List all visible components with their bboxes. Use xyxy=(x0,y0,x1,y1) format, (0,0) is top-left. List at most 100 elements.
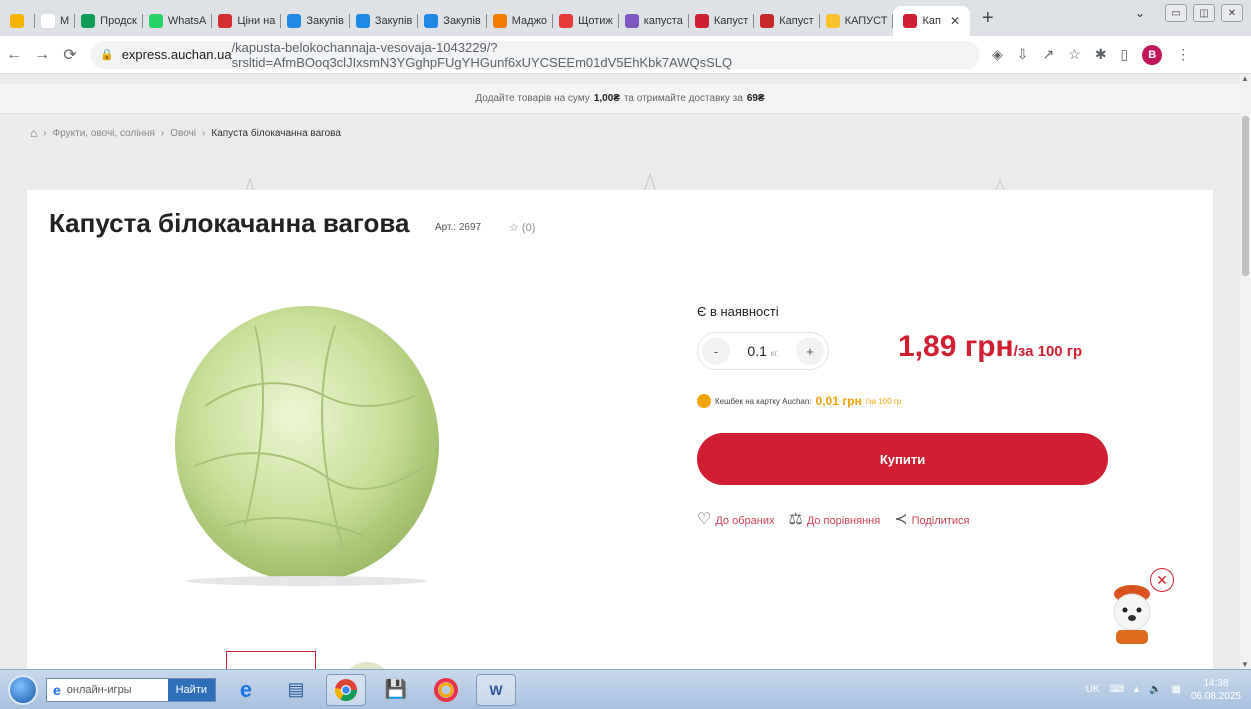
browser-tab[interactable]: Маджо xyxy=(487,6,554,36)
buy-button[interactable]: Купити xyxy=(697,433,1108,485)
opera-icon[interactable] xyxy=(426,674,466,706)
forward-button[interactable]: → xyxy=(28,46,56,64)
profile-avatar[interactable]: B xyxy=(1142,44,1163,65)
product-image[interactable] xyxy=(165,296,445,586)
browser-tab[interactable]: Капуст xyxy=(754,6,821,36)
tray-expand-icon[interactable]: ▴ xyxy=(1134,684,1139,695)
tab-label: Закупів xyxy=(374,15,413,27)
browser-tab[interactable] xyxy=(4,6,35,36)
browser-tab[interactable]: Закупів xyxy=(418,6,488,36)
install-icon[interactable]: ⇩ xyxy=(1017,46,1029,63)
browser-tab[interactable]: Капуст xyxy=(689,6,755,36)
tab-favicon-icon xyxy=(559,14,574,28)
lock-icon[interactable]: 🔒 xyxy=(100,48,114,61)
chrome-icon[interactable] xyxy=(326,673,366,706)
clock-time: 14:38 xyxy=(1203,677,1229,689)
browser-tab[interactable]: WhatsA xyxy=(143,6,213,36)
tab-label: WhatsA xyxy=(167,15,207,27)
close-chat-button[interactable]: ✕ xyxy=(1150,568,1174,592)
scroll-up-arrow-icon[interactable]: ▲ xyxy=(1241,74,1249,83)
language-indicator[interactable]: UK xyxy=(1086,684,1100,695)
breadcrumb-item[interactable]: Овочі xyxy=(170,128,196,139)
share-link[interactable]: ≺ Поділитися xyxy=(894,509,969,529)
extension-icon[interactable]: ◈ xyxy=(992,46,1003,63)
breadcrumb-item[interactable]: Фрукти, овочі, соління xyxy=(53,128,155,139)
reload-button[interactable]: ⟳ xyxy=(56,45,84,65)
home-icon[interactable]: ⌂ xyxy=(30,126,37,140)
share-label: Поділитися xyxy=(911,515,970,527)
menu-kebab-icon[interactable]: ⋮ xyxy=(1176,46,1190,63)
product-article: Арт.: 2697 xyxy=(435,222,482,233)
taskbar-search-button[interactable]: Найти xyxy=(167,678,215,701)
browser-tab[interactable]: Закупів xyxy=(281,6,351,36)
side-panel-icon[interactable]: ▯ xyxy=(1121,46,1129,63)
browser-tab[interactable]: Продск xyxy=(75,6,143,36)
quantity-value[interactable]: 0.1 кг. xyxy=(747,343,778,359)
price-unit: /за 100 гр xyxy=(1013,343,1083,360)
scrollbar-thumb[interactable] xyxy=(1242,116,1249,276)
breadcrumb-current: Капуста білокачанна вагова xyxy=(211,127,341,139)
breadcrumb-separator: › xyxy=(202,127,206,139)
promo-text-before: Додайте товарів на суму xyxy=(475,93,590,104)
back-button[interactable]: ← xyxy=(0,46,28,64)
browser-tab[interactable]: капуста xyxy=(619,6,689,36)
network-icon[interactable]: ▦ xyxy=(1171,684,1180,695)
extensions-puzzle-icon[interactable]: ✱ xyxy=(1095,46,1107,63)
product-price: 1,89 грн/за 100 гр xyxy=(898,330,1082,364)
tab-favicon-icon xyxy=(624,14,639,28)
quantity-plus-button[interactable]: + xyxy=(795,337,824,365)
delivery-promo-banner: Додайте товарів на суму 1,00₴ та отримай… xyxy=(0,84,1240,114)
taskbar-search-text: онлайн-игры xyxy=(66,683,132,696)
ie-logo-icon: e xyxy=(53,681,61,698)
new-tab-button[interactable]: + xyxy=(982,7,994,30)
tab-label: Ціни на xyxy=(237,15,276,27)
tab-label: Закупів xyxy=(443,15,481,27)
thumbnail[interactable] xyxy=(347,662,387,669)
cashback-label: Кешбек на картку Auchan: xyxy=(715,396,812,406)
quantity-stepper: - 0.1 кг. + xyxy=(697,332,829,370)
clock[interactable]: 14:38 06.08.2025 xyxy=(1191,677,1241,703)
file-manager-icon[interactable]: ▤ xyxy=(276,674,316,706)
browser-tab-active[interactable]: Кап ✕ xyxy=(893,6,971,36)
cashback-info: Кешбек на картку Auchan: 0,01 грн/за 100… xyxy=(697,394,901,408)
browser-tab[interactable]: Закупів xyxy=(350,6,419,36)
clock-date: 06.08.2025 xyxy=(1190,690,1241,702)
tab-label: Маджо xyxy=(511,15,548,27)
taskbar-search[interactable]: e онлайн-игры Найти xyxy=(46,677,216,702)
volume-icon[interactable]: 🔈 xyxy=(1149,684,1161,695)
browser-tab[interactable]: Щотиж xyxy=(553,6,619,36)
favorites-link[interactable]: ♡ До обраних xyxy=(697,509,774,529)
scroll-down-arrow-icon[interactable]: ▼ xyxy=(1241,660,1249,669)
tab-label: Щотиж xyxy=(578,15,613,27)
breadcrumb: ⌂ › Фрукти, овочі, соління › Овочі › Кап… xyxy=(30,126,341,140)
bookmark-star-icon[interactable]: ☆ xyxy=(1068,46,1081,63)
tab-search-chevron-icon[interactable]: ⌄ xyxy=(1135,6,1145,20)
word-icon[interactable]: W xyxy=(476,673,516,706)
tab-favicon-icon xyxy=(10,14,24,28)
price-value: 1,89 грн xyxy=(898,330,1014,363)
share-icon[interactable]: ↗ xyxy=(1043,46,1055,63)
rating-stars[interactable]: ☆ (0) xyxy=(509,221,535,234)
close-tab-icon[interactable]: ✕ xyxy=(950,14,960,28)
compare-link[interactable]: ⚖ До порівняння xyxy=(788,509,880,529)
close-window-button[interactable]: ✕ xyxy=(1221,4,1243,22)
keyboard-icon[interactable]: ⌨ xyxy=(1110,684,1124,695)
maximize-button[interactable]: ◫ xyxy=(1193,4,1215,22)
page-scrollbar[interactable]: ▲ ▼ xyxy=(1240,74,1251,669)
tab-favicon-icon xyxy=(148,14,163,28)
tab-label: Капуст xyxy=(713,15,749,27)
start-button[interactable] xyxy=(8,674,38,705)
tab-favicon-icon xyxy=(287,14,302,28)
minimize-button[interactable]: ▭ xyxy=(1165,4,1187,22)
tab-label: Кап xyxy=(922,15,941,27)
thumbnail-selected[interactable] xyxy=(226,651,316,669)
address-bar[interactable]: 🔒 express.auchan.ua/kapusta-belokochanna… xyxy=(90,40,980,70)
quantity-minus-button[interactable]: - xyxy=(702,337,730,365)
browser-tab[interactable]: M xyxy=(35,6,76,36)
header-strip xyxy=(0,74,1240,84)
browser-tab[interactable]: КАПУСТ xyxy=(820,6,894,36)
save-disk-icon[interactable]: 💾 xyxy=(376,674,416,706)
internet-explorer-icon[interactable]: e xyxy=(226,674,266,706)
scales-icon: ⚖ xyxy=(788,511,803,528)
browser-tab[interactable]: Ціни на xyxy=(212,6,282,36)
